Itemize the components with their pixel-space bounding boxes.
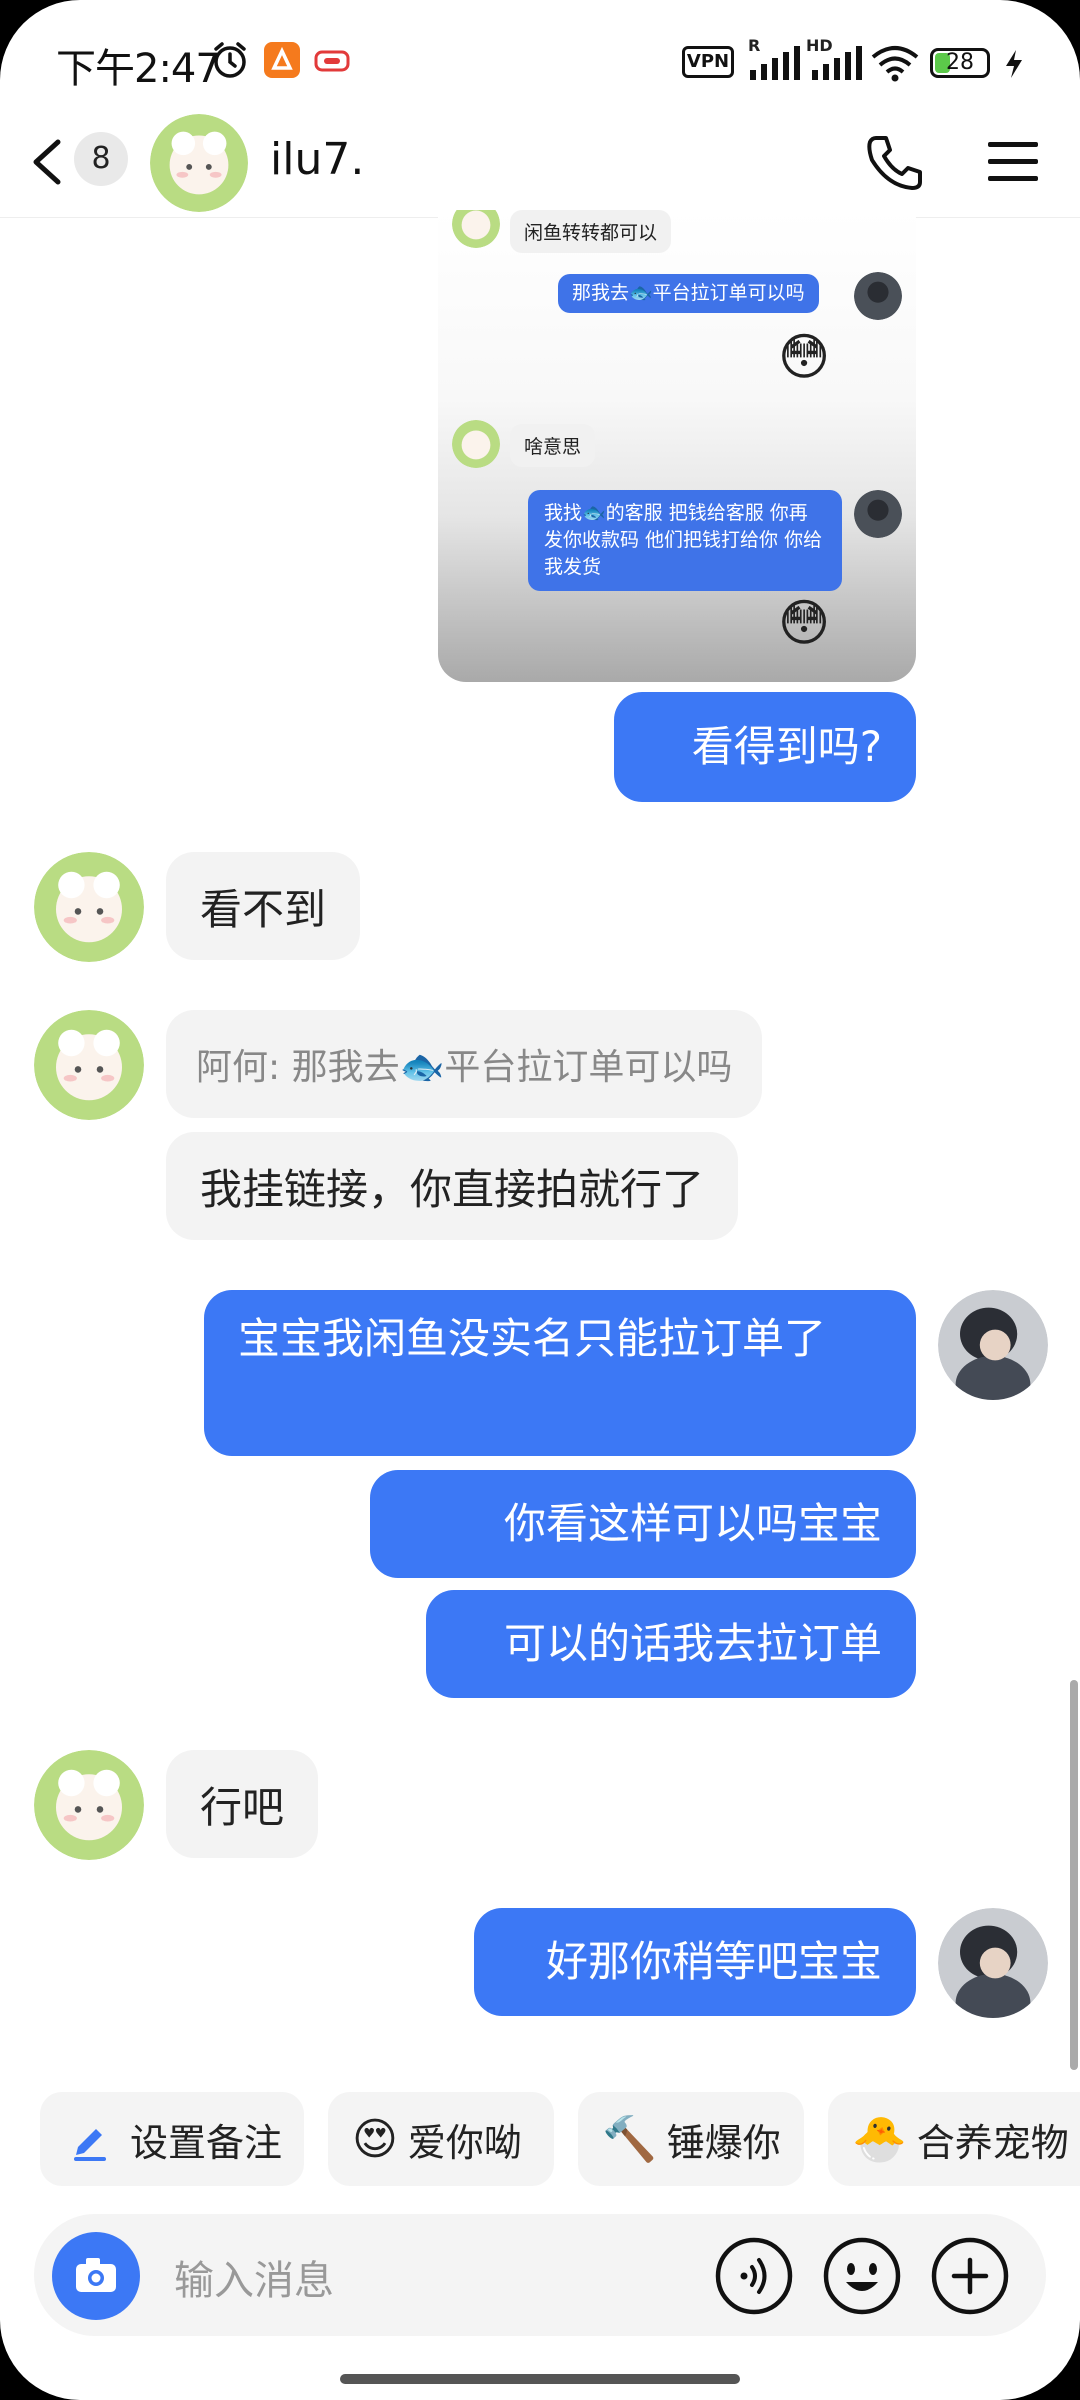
- charging-icon: [1006, 50, 1022, 78]
- back-arrow-icon[interactable]: [22, 130, 74, 194]
- peer-avatar[interactable]: [34, 1010, 144, 1120]
- emoji-icon[interactable]: [822, 2236, 902, 2316]
- chat-header: 8 ilu7.: [0, 110, 1080, 218]
- unread-count-badge[interactable]: 8: [74, 132, 128, 186]
- taobao-app-icon: [264, 42, 300, 78]
- image-message-screenshot[interactable]: 闲鱼转转都可以 那我去🐟平台拉订单可以吗 😳 啥意思 我找🐟的客服 把钱给客服 …: [438, 210, 916, 682]
- message-in[interactable]: 看不到: [166, 852, 361, 960]
- quoted-reply[interactable]: 阿何: 那我去🐟平台拉订单可以吗: [166, 1010, 763, 1118]
- mini-peer-avatar: [452, 420, 500, 468]
- status-time: 下午2:47: [56, 46, 221, 92]
- self-avatar[interactable]: [938, 1908, 1048, 2018]
- self-avatar[interactable]: [938, 1290, 1048, 1400]
- screenshot-message: 我找🐟的客服 把钱给客服 你再发你收款码 他们把钱打给你 你给我发货: [528, 490, 842, 591]
- hammer-icon: 🔨: [602, 2114, 657, 2165]
- mini-self-avatar: [854, 272, 902, 320]
- scrollbar[interactable]: [1070, 1680, 1078, 2070]
- battery-indicator: 28: [930, 48, 990, 78]
- mini-self-avatar: [854, 490, 902, 538]
- message-input-bar: 输入消息: [34, 2214, 1046, 2336]
- message-out[interactable]: 可以的话我去拉订单: [426, 1590, 916, 1698]
- screenshot-message: 那我去🐟平台拉订单可以吗: [558, 274, 819, 313]
- screenshot-message: 闲鱼转转都可以: [510, 210, 672, 253]
- message-in[interactable]: 我挂链接，你直接拍就行了: [166, 1132, 739, 1240]
- chick-icon: 🐣: [852, 2114, 907, 2165]
- peer-avatar[interactable]: [150, 114, 248, 212]
- status-bar: 下午2:47 VPN R HD 28: [0, 0, 1080, 110]
- alarm-clock-icon: [214, 42, 246, 78]
- wifi-icon: [871, 46, 919, 82]
- screenshot-emoji: 😳: [778, 594, 831, 652]
- quick-action-love-you[interactable]: 😍 爱你呦: [328, 2092, 554, 2186]
- quick-action-label: 锤爆你: [666, 2120, 781, 2165]
- phone-call-icon[interactable]: [862, 130, 926, 194]
- message-in[interactable]: 行吧: [166, 1750, 319, 1858]
- menu-icon[interactable]: [986, 138, 1040, 186]
- vpn-indicator: VPN: [682, 46, 734, 78]
- quick-action-set-remark[interactable]: 设置备注: [40, 2092, 304, 2186]
- notification-app-icon: [314, 50, 350, 72]
- peer-name[interactable]: ilu7.: [270, 134, 364, 185]
- chat-screen: 下午2:47 VPN R HD 28 8 ilu7. 闲鱼转转都可以 那我去🐟平…: [0, 0, 1080, 2400]
- peer-avatar[interactable]: [34, 1750, 144, 1860]
- mini-peer-avatar: [452, 210, 500, 248]
- home-indicator[interactable]: [340, 2374, 740, 2384]
- quick-action-label: 设置备注: [130, 2120, 283, 2165]
- voice-icon[interactable]: [714, 2236, 794, 2316]
- screenshot-emoji: 😳: [778, 328, 831, 386]
- pencil-icon: [74, 2129, 106, 2161]
- battery-level: 28: [946, 50, 974, 75]
- camera-button[interactable]: [52, 2232, 140, 2320]
- message-out[interactable]: 你看这样可以吗宝宝: [370, 1470, 916, 1578]
- signal-tag-hd: HD: [806, 36, 833, 55]
- quick-action-label: 爱你呦: [407, 2120, 522, 2165]
- signal-tag-r: R: [748, 36, 761, 55]
- message-out[interactable]: 宝宝我闲鱼没实名只能拉订单了: [204, 1290, 916, 1456]
- plus-icon[interactable]: [930, 2236, 1010, 2316]
- quick-action-label: 合养宠物: [916, 2120, 1069, 2165]
- camera-icon: [76, 2258, 116, 2292]
- heart-eyes-icon: 😍: [352, 2113, 398, 2165]
- message-out[interactable]: 看得到吗?: [614, 692, 916, 802]
- quick-action-hammer[interactable]: 🔨 锤爆你: [578, 2092, 804, 2186]
- screenshot-message: 啥意思: [510, 424, 596, 467]
- message-input[interactable]: 输入消息: [174, 2248, 334, 2306]
- quick-action-pet[interactable]: 🐣 合养宠物: [828, 2092, 1080, 2186]
- peer-avatar[interactable]: [34, 852, 144, 962]
- message-out[interactable]: 好那你稍等吧宝宝: [474, 1908, 916, 2016]
